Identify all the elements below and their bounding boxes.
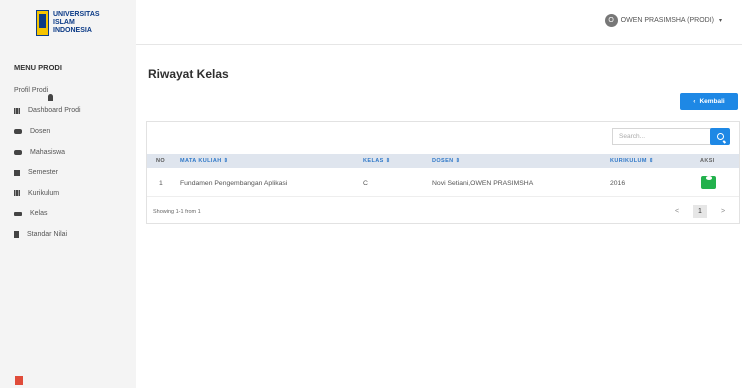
header-dosen[interactable]: DOSEN ⇕: [432, 154, 461, 168]
users-icon: [14, 149, 22, 155]
eye-icon: [705, 176, 712, 180]
header-mata-kuliah[interactable]: MATA KULIAH ⇕: [180, 154, 229, 168]
table-icon: [14, 190, 20, 197]
logo-text: UNIVERSITAS ISLAM INDONESIA: [53, 11, 100, 35]
header-aksi: AKSI: [700, 158, 715, 164]
view-button[interactable]: [701, 176, 716, 189]
sidebar-item-label: Dosen: [30, 127, 51, 135]
table-footer: Showing 1-1 from 1 < 1 >: [147, 203, 739, 221]
sidebar: UNIVERSITAS ISLAM INDONESIA MENU PRODI P…: [0, 0, 136, 388]
cell-kelas: C: [363, 180, 368, 187]
data-table-card: Search... NO MATA KULIAH ⇕ KELAS ⇕ DOSEN…: [146, 121, 740, 224]
cell-no: 1: [159, 180, 163, 187]
back-button-label: Kembali: [699, 98, 725, 105]
sidebar-item-profil-prodi[interactable]: Profil Prodi: [14, 80, 81, 101]
pagination-next[interactable]: >: [716, 205, 730, 218]
pagination-page-1[interactable]: 1: [693, 205, 707, 218]
search-button[interactable]: [710, 128, 730, 145]
graduation-cap-icon: [14, 211, 22, 216]
users-icon: [14, 128, 22, 134]
user-icon: [47, 94, 53, 101]
grid-icon: [14, 107, 20, 114]
sidebar-item-kelas[interactable]: Kelas: [14, 204, 81, 225]
sidebar-item-mahasiswa[interactable]: Mahasiswa: [14, 142, 81, 163]
topbar: O OWEN PRASIMSHA (PRODI) ▾: [136, 0, 742, 45]
search-icon: [716, 133, 724, 140]
sidebar-item-kurikulum[interactable]: Kurikulum: [14, 183, 81, 204]
book-icon: [14, 169, 20, 176]
chevron-left-icon: ‹: [693, 98, 696, 105]
header-kurikulum[interactable]: KURIKULUM ⇕: [610, 154, 654, 168]
sidebar-item-label: Kurikulum: [28, 189, 60, 197]
table-header: NO MATA KULIAH ⇕ KELAS ⇕ DOSEN ⇕ KURIKUL…: [147, 154, 739, 168]
user-name: OWEN PRASIMSHA (PRODI): [620, 17, 714, 24]
logo-line-2: ISLAM: [53, 19, 75, 26]
search-input[interactable]: Search...: [612, 128, 713, 145]
page-title: Riwayat Kelas: [148, 67, 229, 81]
sidebar-item-label: Semester: [28, 169, 58, 177]
back-button[interactable]: ‹ Kembali: [680, 93, 738, 110]
app-corner-icon: [15, 376, 23, 385]
header-kelas[interactable]: KELAS ⇕: [363, 154, 391, 168]
user-menu[interactable]: O OWEN PRASIMSHA (PRODI) ▾: [604, 14, 722, 27]
avatar: O: [604, 14, 618, 27]
header-no[interactable]: NO: [156, 154, 165, 168]
logo-line-3: INDONESIA: [53, 27, 92, 34]
book-icon: [14, 230, 19, 238]
cell-dosen: Novi Setiani,OWEN PRASIMSHA: [432, 180, 534, 187]
sidebar-item-label: Kelas: [30, 210, 48, 218]
sidebar-item-label: Dashboard Prodi: [28, 107, 81, 115]
table-info: Showing 1-1 from 1: [153, 209, 201, 215]
table-row: 1 Fundamen Pengembangan Aplikasi C Novi …: [147, 171, 739, 197]
sidebar-item-dosen[interactable]: Dosen: [14, 121, 81, 142]
menu-title: MENU PRODI: [14, 63, 62, 72]
sidebar-item-label: Standar Nilai: [27, 230, 68, 238]
sidebar-menu: Profil Prodi Dashboard Prodi Dosen Mahas…: [14, 80, 81, 245]
chevron-down-icon: ▾: [718, 18, 722, 24]
university-logo[interactable]: UNIVERSITAS ISLAM INDONESIA: [36, 10, 100, 36]
cell-kurikulum: 2016: [610, 180, 626, 187]
pagination-prev[interactable]: <: [670, 205, 684, 218]
sidebar-item-label: Profil Prodi: [14, 86, 49, 94]
sidebar-item-semester[interactable]: Semester: [14, 162, 81, 183]
sidebar-item-standar-nilai[interactable]: Standar Nilai: [14, 224, 81, 245]
logo-line-1: UNIVERSITAS: [53, 11, 100, 18]
sidebar-item-label: Mahasiswa: [30, 148, 66, 156]
sidebar-item-dashboard-prodi[interactable]: Dashboard Prodi: [14, 101, 81, 122]
cell-mata-kuliah: Fundamen Pengembangan Aplikasi: [180, 180, 288, 187]
logo-emblem-icon: [36, 10, 49, 36]
